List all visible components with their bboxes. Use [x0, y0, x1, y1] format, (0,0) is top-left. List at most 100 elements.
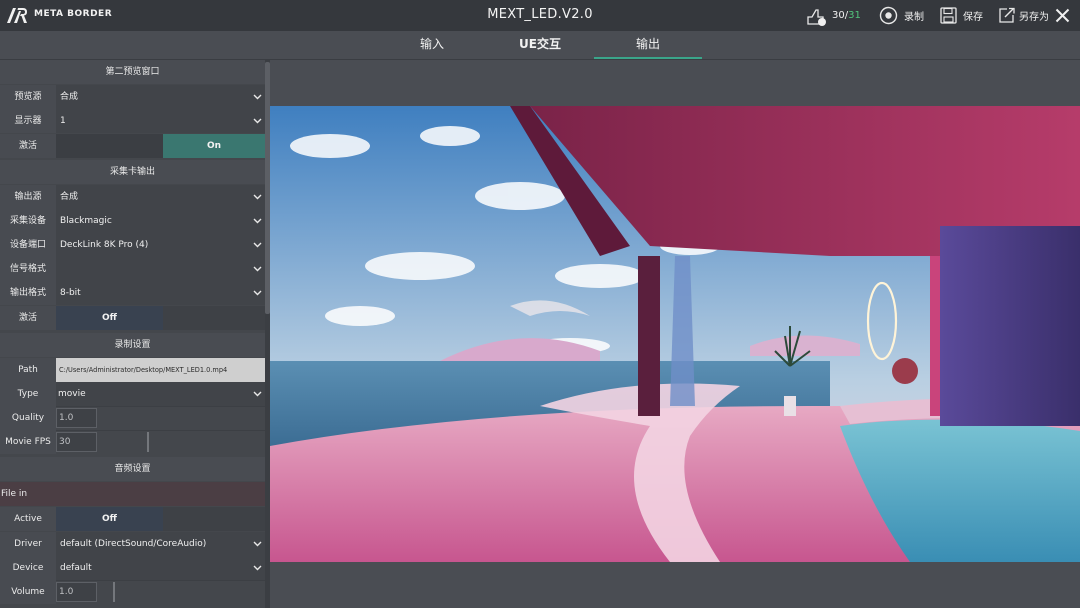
scene-counter: 30/31	[806, 0, 861, 31]
tab-output[interactable]: 输出	[594, 31, 702, 59]
row-output-source: 输出源 合成	[0, 185, 265, 209]
signal-format-label: 信号格式	[0, 257, 56, 281]
display-value: 1	[60, 116, 66, 126]
output-source-select[interactable]: 合成	[56, 185, 265, 209]
chevron-down-icon	[253, 217, 262, 225]
type-value: movie	[58, 389, 86, 399]
preview-activate-label: 激活	[0, 134, 56, 158]
title-bar: META BORDER MEXT_LED.V2.0 30/31 录制 保存 另存…	[0, 0, 1080, 31]
file-in-row[interactable]: File in	[0, 482, 265, 506]
capture-device-label: 采集设备	[0, 209, 56, 233]
tab-ue-interaction[interactable]: UE交互	[486, 31, 594, 59]
audio-active-toggle[interactable]: Off	[56, 507, 265, 531]
capture-activate-label: 激活	[0, 306, 56, 330]
output-preview	[270, 106, 1080, 562]
chevron-down-icon	[253, 117, 262, 125]
output-format-select[interactable]: 8-bit	[56, 281, 265, 305]
chevron-down-icon	[253, 564, 262, 572]
chevron-down-icon	[253, 540, 262, 548]
row-display: 显示器 1	[0, 109, 265, 133]
counter-current: 30/	[832, 10, 849, 21]
type-select[interactable]: movie	[56, 382, 265, 406]
row-volume: Volume 1.0	[0, 580, 265, 604]
preview-source-select[interactable]: 合成	[56, 85, 265, 109]
section-header-record-settings: 录制设置	[0, 333, 265, 357]
chevron-down-icon	[253, 289, 262, 297]
scene-count-icon	[807, 8, 826, 26]
section-header-audio-settings: 音频设置	[0, 457, 265, 481]
row-driver: Driver default (DirectSound/CoreAudio)	[0, 532, 265, 556]
row-movie-fps: Movie FPS 30	[0, 430, 265, 454]
output-source-value: 合成	[60, 192, 79, 202]
device-port-label: 设备端口	[0, 233, 56, 257]
driver-value: default (DirectSound/CoreAudio)	[60, 539, 207, 549]
tab-input[interactable]: 输入	[378, 31, 486, 59]
output-source-label: 输出源	[0, 185, 56, 209]
save-icon	[940, 7, 957, 24]
display-label: 显示器	[0, 109, 56, 133]
record-button[interactable]: 录制	[879, 0, 924, 31]
preview-source-value: 合成	[60, 92, 79, 102]
save-button[interactable]: 保存	[940, 0, 983, 31]
record-label: 录制	[904, 12, 924, 23]
chevron-down-icon	[253, 241, 262, 249]
capture-device-select[interactable]: Blackmagic	[56, 209, 265, 233]
active-label: Active	[0, 507, 56, 531]
capture-device-value: Blackmagic	[60, 216, 112, 226]
volume-label: Volume	[0, 580, 56, 604]
counter-total: 31	[848, 10, 861, 21]
row-record-path: Path C:/Users/Administrator/Desktop/MEXT…	[0, 358, 265, 382]
record-icon	[879, 6, 898, 25]
movie-fps-label: Movie FPS	[0, 430, 56, 454]
driver-select[interactable]: default (DirectSound/CoreAudio)	[56, 532, 265, 556]
path-label: Path	[0, 358, 56, 382]
section-header-capture-output: 采集卡输出	[0, 160, 265, 184]
device-select[interactable]: default	[56, 556, 265, 580]
save-label: 保存	[963, 12, 983, 23]
chevron-down-icon	[253, 390, 262, 398]
signal-format-select[interactable]	[56, 257, 265, 281]
close-icon	[1055, 8, 1070, 23]
path-input[interactable]: C:/Users/Administrator/Desktop/MEXT_LED1…	[56, 358, 265, 382]
display-select[interactable]: 1	[56, 109, 265, 133]
quality-label: Quality	[0, 406, 56, 430]
row-device-port: 设备端口 DeckLink 8K Pro (4)	[0, 233, 265, 257]
device-port-select[interactable]: DeckLink 8K Pro (4)	[56, 233, 265, 257]
close-button[interactable]	[1055, 0, 1070, 31]
device-value: default	[60, 563, 92, 573]
driver-label: Driver	[0, 532, 56, 556]
volume-input[interactable]: 1.0	[56, 582, 97, 602]
preview-activate-toggle[interactable]: On	[56, 134, 265, 158]
quality-input[interactable]: 1.0	[56, 408, 97, 428]
movie-fps-input[interactable]: 30	[56, 432, 97, 452]
toggle-state-off: Off	[56, 306, 163, 330]
toggle-state-off: Off	[56, 507, 163, 531]
output-format-value: 8-bit	[60, 288, 81, 298]
save-as-button[interactable]: 另存为	[998, 0, 1049, 31]
row-preview-source: 预览源 合成	[0, 85, 265, 109]
chevron-down-icon	[253, 93, 262, 101]
row-capture-device: 采集设备 Blackmagic	[0, 209, 265, 233]
output-format-label: 输出格式	[0, 281, 56, 305]
settings-panel: 第二预览窗口 预览源 合成 显示器 1 激活 On 采集卡输出 输出源 合成 采…	[0, 60, 265, 608]
row-output-format: 输出格式 8-bit	[0, 281, 265, 305]
preview-source-label: 预览源	[0, 85, 56, 109]
device-label: Device	[0, 556, 56, 580]
row-signal-format: 信号格式	[0, 257, 265, 281]
chevron-down-icon	[253, 265, 262, 273]
row-record-type: Type movie	[0, 382, 265, 406]
capture-activate-toggle[interactable]: Off	[56, 306, 265, 330]
tab-bar: 输入 UE交互 输出	[270, 31, 1080, 59]
chevron-down-icon	[253, 193, 262, 201]
row-device: Device default	[0, 556, 265, 580]
fps-slider-handle[interactable]	[147, 432, 149, 452]
row-capture-activate: 激活 Off	[0, 306, 265, 330]
preview-image	[270, 106, 1080, 562]
row-audio-active: Active Off	[0, 507, 265, 531]
volume-slider-handle[interactable]	[113, 582, 115, 602]
section-header-second-preview: 第二预览窗口	[0, 60, 265, 84]
save-as-icon	[999, 7, 1015, 23]
save-as-label: 另存为	[1019, 12, 1049, 23]
type-label: Type	[0, 382, 56, 406]
device-port-value: DeckLink 8K Pro (4)	[60, 240, 149, 250]
